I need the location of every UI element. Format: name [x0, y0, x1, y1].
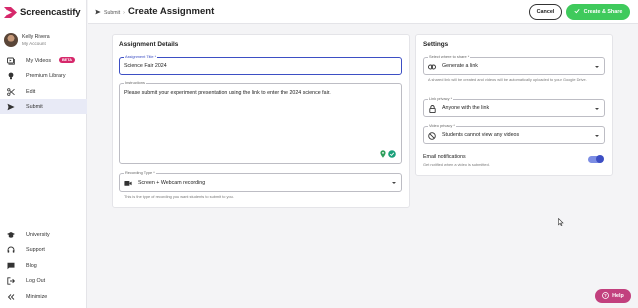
- recording-type-helper: This is the type of recording you want s…: [124, 194, 234, 199]
- sidebar-item-log-out[interactable]: Log Out: [0, 273, 87, 288]
- graduation-cap-icon: [7, 231, 15, 239]
- sidebar-item-label: Edit: [26, 88, 36, 95]
- sidebar-item-edit[interactable]: Edit: [0, 84, 87, 99]
- link-privacy-label: Link privacy *: [428, 96, 454, 101]
- collapse-icon: [7, 293, 15, 301]
- chat-icon: [7, 262, 15, 270]
- location-pin-icon[interactable]: [379, 150, 387, 158]
- sidebar-item-premium-library[interactable]: Premium Library: [0, 68, 87, 83]
- video-privacy-value: Students cannot view any videos: [442, 132, 520, 138]
- avatar: [4, 33, 18, 47]
- share-destination-label: Select where to share *: [428, 54, 471, 59]
- chevron-down-icon: [392, 182, 396, 184]
- lightbulb-icon: [7, 72, 15, 80]
- help-button[interactable]: ? Help: [595, 289, 631, 303]
- sidebar-item-blog[interactable]: Blog: [0, 258, 87, 273]
- sidebar-item-my-videos[interactable]: My Videos BETA: [0, 53, 87, 68]
- recording-type-value: Screen + Webcam recording: [138, 180, 206, 186]
- sidebar-item-label: My Videos: [26, 57, 52, 64]
- assignment-title-label: Assignment Title *: [124, 54, 158, 59]
- link-privacy-select[interactable]: Link privacy * Anyone with the link: [423, 96, 605, 117]
- no-view-icon: [428, 132, 436, 140]
- my-account-link[interactable]: My Account: [22, 41, 50, 47]
- email-notifications-helper: Get notified when a video is submitted.: [423, 162, 490, 167]
- sidebar-item-submit[interactable]: Submit: [0, 99, 87, 114]
- sidebar-item-label: Blog: [26, 262, 37, 269]
- sidebar-item-label: Minimize: [26, 293, 48, 300]
- instructions-value: Please submit your experiment presentati…: [124, 90, 331, 96]
- recording-type-select[interactable]: Recording Type * Screen + Webcam recordi…: [119, 170, 402, 192]
- share-destination-select[interactable]: Select where to share * Generate a link: [423, 54, 605, 75]
- screencastify-logo-icon: [4, 7, 17, 18]
- sidebar-item-support[interactable]: Support: [0, 242, 87, 257]
- create-and-share-button[interactable]: Create & Share: [566, 4, 630, 20]
- create-and-share-label: Create & Share: [583, 9, 623, 15]
- mouse-cursor-icon: [558, 213, 564, 231]
- user-name: Kelly Rivera: [22, 33, 50, 40]
- webcam-recording-icon: [124, 179, 132, 187]
- breadcrumb-submit[interactable]: Submit: [104, 10, 120, 16]
- sidebar-item-label: Support: [26, 246, 45, 253]
- grammar-check-icon[interactable]: [388, 150, 396, 158]
- page-title: Create Assignment: [128, 6, 215, 17]
- help-label: Help: [612, 293, 624, 299]
- video-privacy-select[interactable]: Video privacy * Students cannot view any…: [423, 123, 605, 144]
- recording-type-label: Recording Type *: [124, 170, 156, 175]
- video-library-icon: [7, 57, 15, 65]
- email-notifications-label: Email notifications: [423, 154, 466, 160]
- email-notifications-toggle[interactable]: [588, 155, 604, 163]
- sidebar-item-label: Log Out: [26, 277, 46, 284]
- video-privacy-label: Video privacy *: [428, 123, 456, 128]
- sidebar-item-label: University: [26, 231, 50, 238]
- breadcrumb[interactable]: Submit ›: [95, 9, 125, 17]
- toggle-knob: [596, 155, 604, 163]
- assignment-title-value: Science Fair 2024: [124, 63, 167, 69]
- share-destination-value: Generate a link: [442, 63, 478, 69]
- sidebar-item-label: Premium Library: [26, 72, 66, 79]
- chevron-down-icon: [595, 66, 599, 68]
- link-privacy-value: Anyone with the link: [442, 105, 490, 111]
- brand-name: Screencastify: [20, 7, 81, 18]
- share-destination-helper: A shared link will be created and videos…: [428, 77, 587, 82]
- brand-logo[interactable]: Screencastify: [4, 7, 81, 18]
- headset-icon: [7, 246, 15, 254]
- cancel-button[interactable]: Cancel: [529, 4, 562, 20]
- sidebar-item-university[interactable]: University: [0, 227, 87, 242]
- svg-text:?: ?: [604, 293, 607, 298]
- instructions-label: Instructions: [124, 80, 146, 85]
- sidebar-item-minimize[interactable]: Minimize: [0, 289, 87, 304]
- top-header: Submit › Create Assignment Cancel Create…: [88, 0, 638, 24]
- check-icon: [574, 8, 580, 16]
- sidebar: Screencastify Kelly Rivera My Account My…: [0, 0, 87, 308]
- sidebar-item-label: Submit: [26, 103, 43, 110]
- send-icon: [7, 103, 15, 111]
- lock-icon: [428, 105, 436, 113]
- beta-badge: BETA: [58, 57, 75, 63]
- help-circle-icon: ?: [602, 291, 610, 301]
- instructions-field[interactable]: Instructions Please submit your experime…: [119, 80, 402, 164]
- assignment-title-field[interactable]: Assignment Title * Science Fair 2024: [119, 54, 402, 75]
- link-icon: [428, 63, 436, 71]
- user-account[interactable]: Kelly Rivera My Account: [4, 33, 50, 47]
- chevron-right-icon: ›: [123, 10, 125, 16]
- settings-title: Settings: [423, 41, 449, 48]
- chevron-down-icon: [595, 135, 599, 137]
- send-icon: [95, 9, 101, 17]
- scissors-icon: [7, 87, 15, 96]
- chevron-down-icon: [595, 108, 599, 110]
- assignment-details-title: Assignment Details: [119, 41, 179, 48]
- logout-icon: [7, 276, 15, 285]
